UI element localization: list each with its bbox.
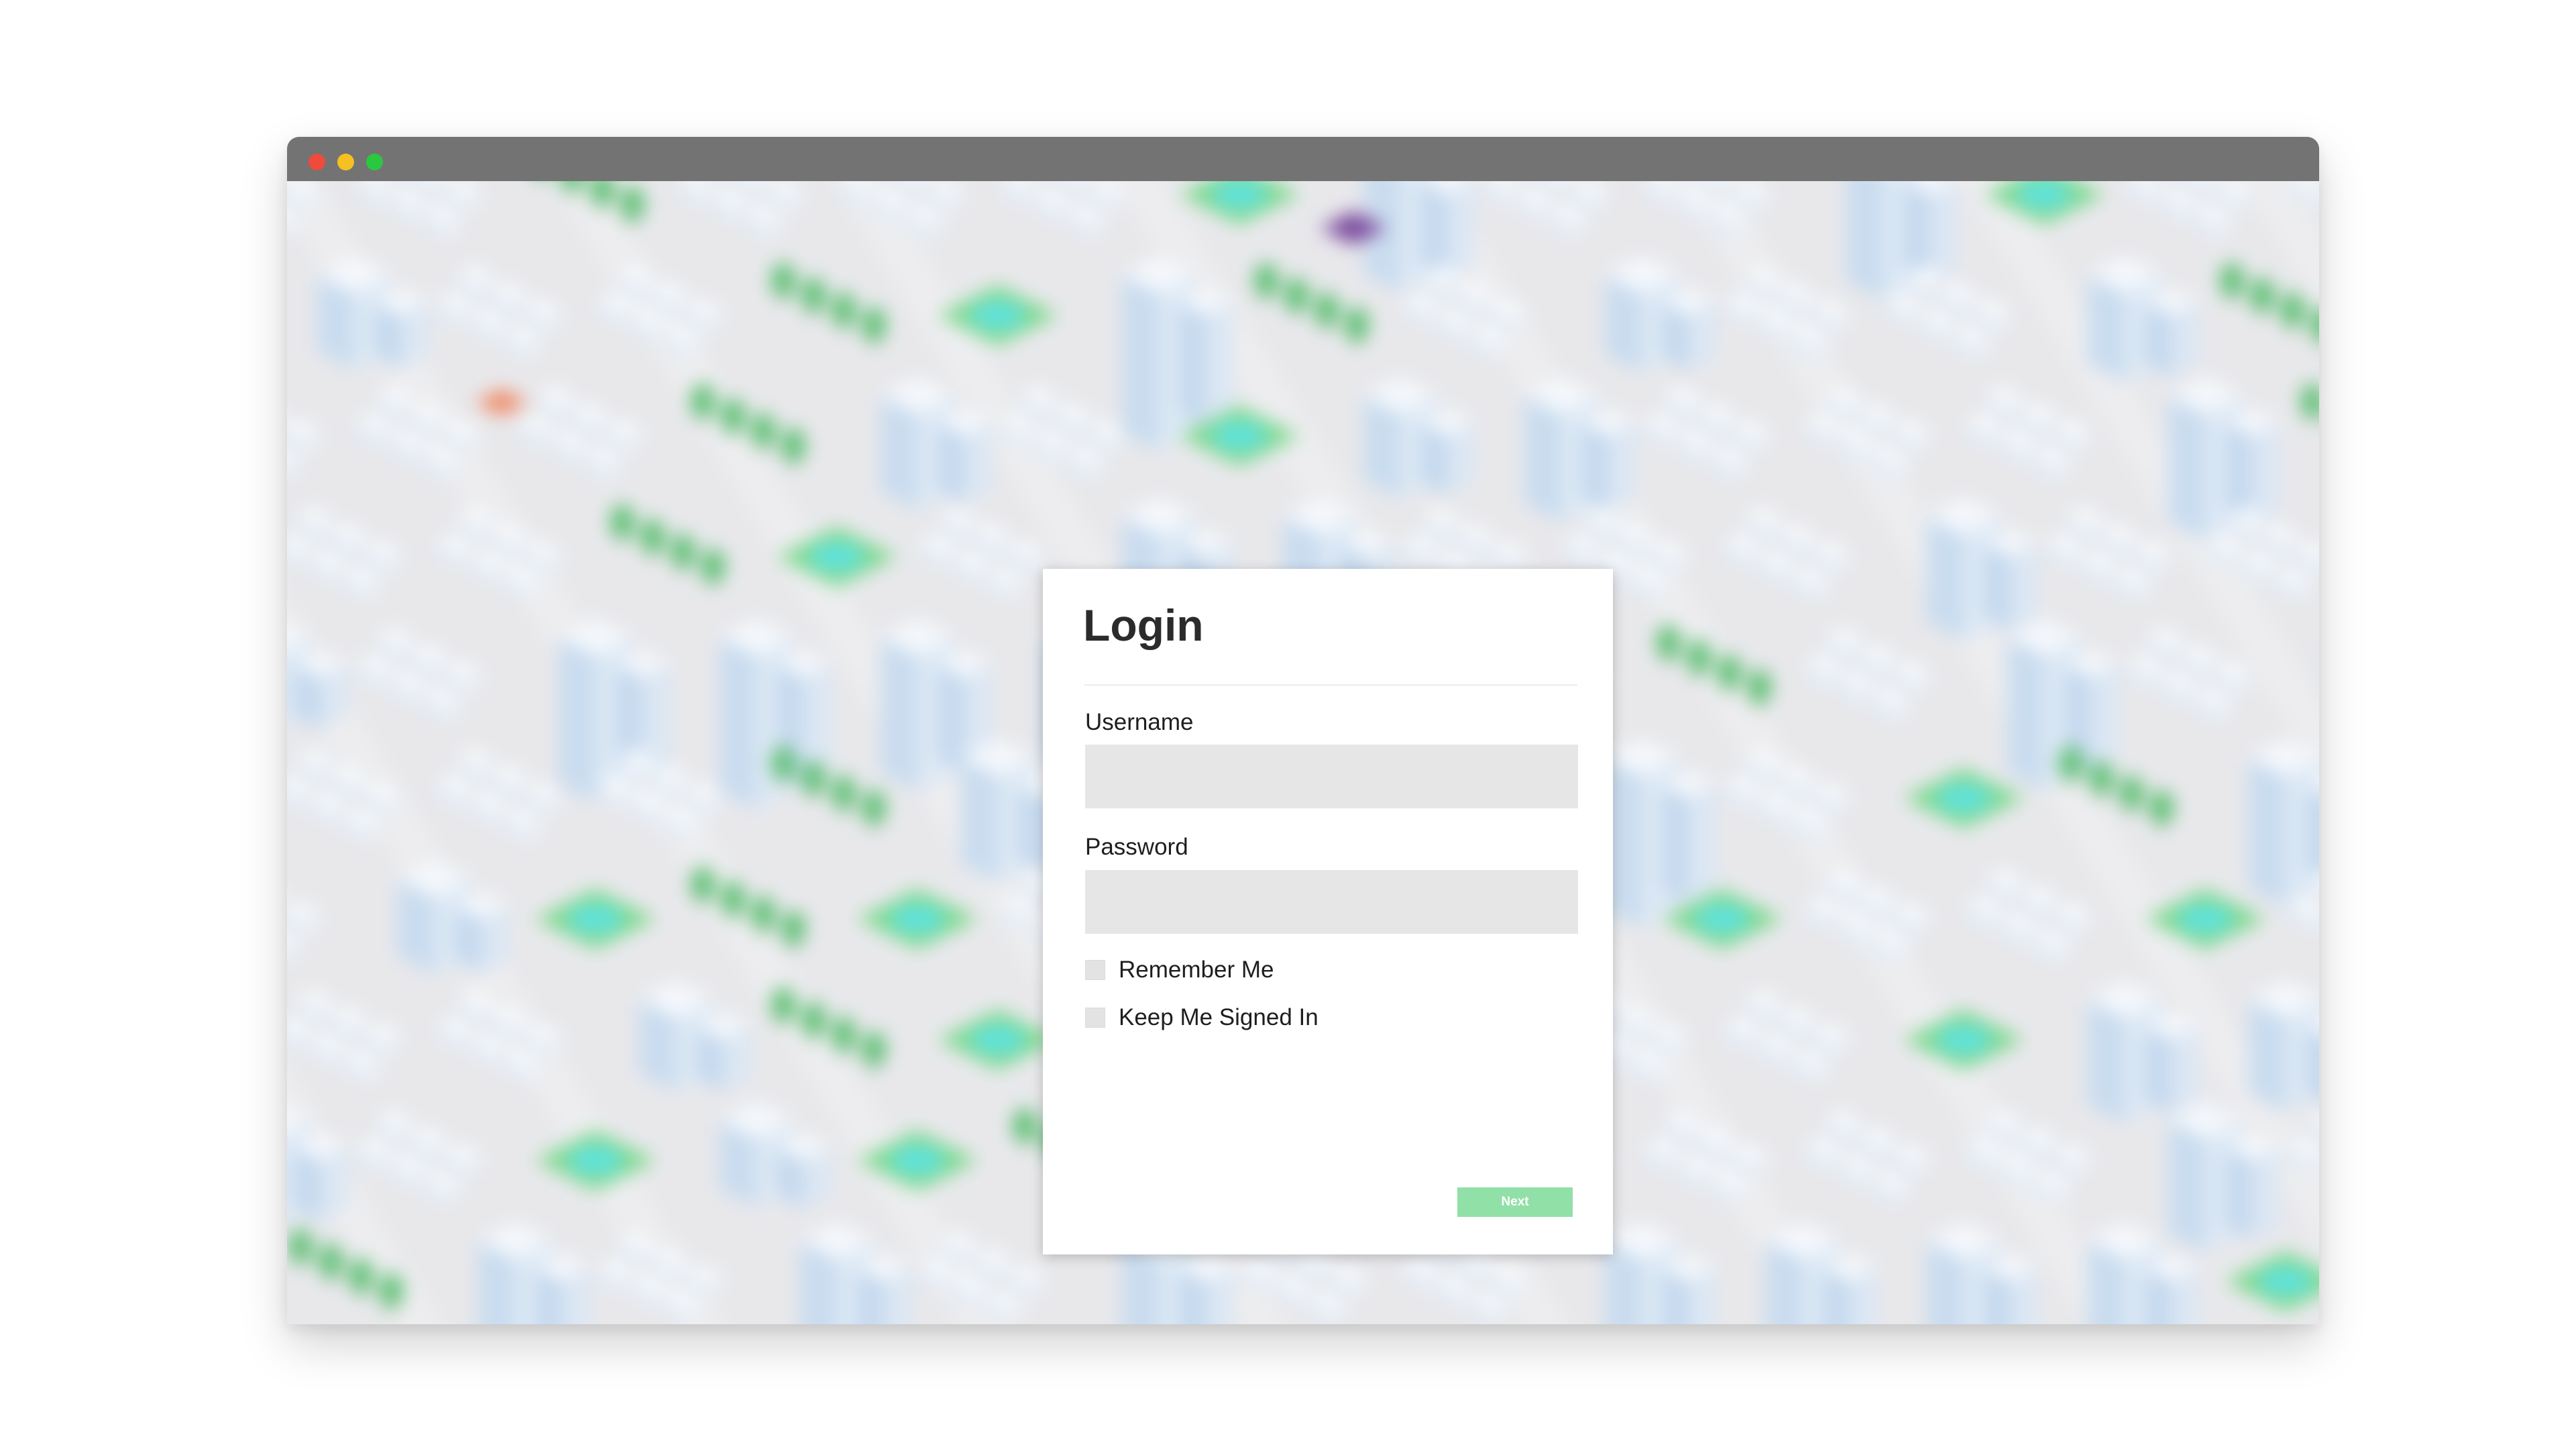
username-input[interactable]: [1085, 745, 1578, 808]
next-button[interactable]: Next: [1457, 1187, 1573, 1217]
minimize-window-button[interactable]: [337, 154, 354, 170]
username-label: Username: [1085, 709, 1194, 735]
title-divider: [1084, 684, 1577, 686]
remember-me-label: Remember Me: [1119, 957, 1274, 983]
login-title: Login: [1083, 600, 1204, 650]
password-label: Password: [1085, 834, 1188, 860]
keep-signed-in-label: Keep Me Signed In: [1119, 1004, 1319, 1030]
login-card: Login Username Password Remember Me Keep…: [1043, 569, 1613, 1254]
remember-me-option[interactable]: Remember Me: [1085, 955, 1274, 985]
remember-me-checkbox[interactable]: [1085, 960, 1105, 980]
window-titlebar: [287, 137, 2319, 181]
keep-signed-in-option[interactable]: Keep Me Signed In: [1085, 1003, 1319, 1032]
browser-window: Login Username Password Remember Me Keep…: [287, 137, 2319, 1324]
close-window-button[interactable]: [309, 154, 325, 170]
maximize-window-button[interactable]: [366, 154, 383, 170]
page-viewport: Login Username Password Remember Me Keep…: [287, 181, 2319, 1324]
password-input[interactable]: [1085, 870, 1578, 934]
keep-signed-in-checkbox[interactable]: [1085, 1008, 1105, 1028]
